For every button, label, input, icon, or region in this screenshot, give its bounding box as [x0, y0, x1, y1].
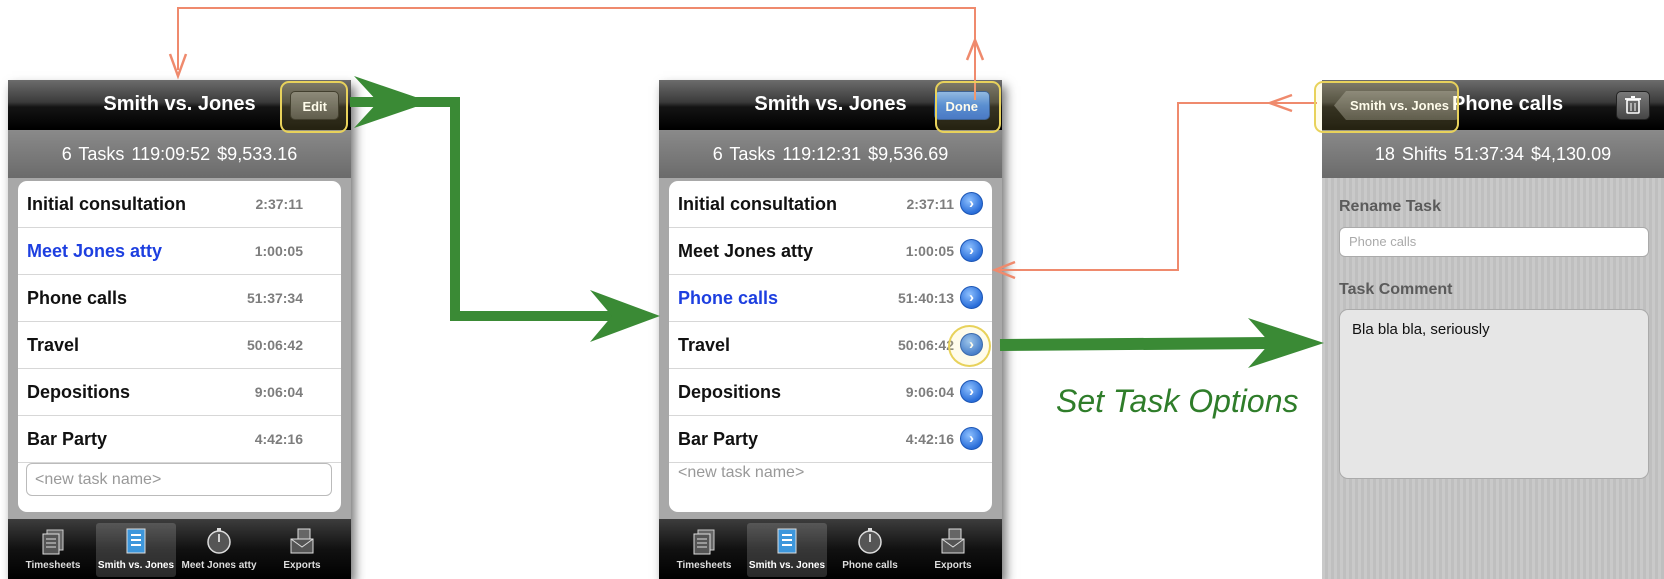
exports-icon — [941, 528, 965, 554]
task-time: 51:40:13 — [897, 290, 954, 306]
detail-disclosure-button[interactable]: › — [960, 380, 983, 403]
screen-task-list-editing: Smith vs. Jones Done 6 Tasks 119:12:31 $… — [659, 80, 1002, 579]
detail-disclosure-button[interactable]: › — [960, 239, 983, 262]
delete-button[interactable] — [1616, 91, 1650, 120]
tab-label: Phone calls — [842, 560, 898, 571]
trash-icon — [1625, 96, 1641, 114]
task-time: 4:42:16 — [905, 431, 954, 447]
tab-label: Timesheets — [676, 560, 732, 571]
done-highlight — [935, 81, 1001, 133]
task-name: Meet Jones atty — [27, 241, 163, 261]
task-name: Bar Party — [678, 429, 759, 449]
task-name: Bar Party — [27, 429, 108, 449]
detail-disclosure-button[interactable]: › — [960, 192, 983, 215]
stopwatch-icon — [207, 528, 231, 554]
green-arrowhead-3 — [1248, 318, 1324, 368]
summary-bar: 18 Shifts 51:37:34 $4,130.09 — [1322, 130, 1664, 178]
table-row[interactable]: Depositions 9:06:04 — [18, 369, 341, 416]
task-time: 2:37:11 — [255, 196, 303, 212]
screen-task-list: Smith vs. Jones Edit 6 Tasks 119:09:52 $… — [8, 80, 351, 579]
tab-exports[interactable]: Exports — [262, 523, 342, 577]
task-name: Initial consultation — [678, 194, 838, 214]
task-time: 50:06:42 — [246, 337, 303, 353]
tab-stopwatch[interactable]: Meet Jones atty — [179, 523, 259, 577]
back-button-highlight — [1314, 81, 1459, 133]
tab-label: Exports — [934, 560, 972, 571]
green-arrowhead-1 — [354, 76, 430, 128]
detail-disclosure-button[interactable]: › — [960, 427, 983, 450]
tab-timesheets[interactable]: Timesheets — [13, 523, 93, 577]
task-list: Initial consultation 2:37:11 Meet Jones a… — [18, 181, 341, 512]
tab-label: Smith vs. Jones — [748, 560, 826, 571]
task-name: Phone calls — [678, 288, 779, 308]
tab-label: Timesheets — [25, 560, 81, 571]
table-row[interactable]: Initial consultation 2:37:11 › — [669, 181, 992, 228]
table-row[interactable]: Bar Party 4:42:16 › — [669, 416, 992, 463]
table-row[interactable]: Travel 50:06:42 › — [669, 322, 992, 369]
set-task-options-caption: Set Task Options — [1056, 383, 1299, 419]
orange-arrowhead-up — [965, 36, 985, 61]
task-name: Travel — [27, 335, 80, 355]
tab-smith-vs-jones[interactable]: Smith vs. Jones — [747, 523, 827, 577]
task-time: 51:37:34 — [246, 290, 303, 306]
task-time: 9:06:04 — [254, 384, 303, 400]
screen-task-options: Smith vs. Jones Phone calls 18 Shifts 51… — [1322, 80, 1664, 579]
timesheets-icon — [693, 529, 715, 555]
task-name: Phone calls — [27, 288, 128, 308]
task-list-icon — [777, 528, 797, 554]
task-time: 4:42:16 — [254, 431, 303, 447]
edit-highlight — [280, 81, 348, 133]
task-list-icon — [126, 528, 146, 554]
timesheets-icon — [42, 529, 64, 555]
task-name: Depositions — [27, 382, 131, 402]
task-time: 50:06:42 — [897, 337, 954, 353]
disclosure-highlight — [948, 325, 991, 367]
task-time: 2:37:11 — [906, 196, 954, 212]
table-row[interactable]: Bar Party 4:42:16 — [18, 416, 341, 463]
table-row[interactable]: Travel 50:06:42 — [18, 322, 341, 369]
detail-disclosure-button[interactable]: › — [960, 286, 983, 309]
rename-task-input[interactable]: Phone calls — [1339, 227, 1649, 257]
table-row[interactable]: Meet Jones atty 1:00:05 — [18, 228, 341, 275]
table-row[interactable]: Phone calls 51:37:34 — [18, 275, 341, 322]
new-task-input[interactable]: <new task name> — [669, 457, 975, 490]
tab-label: Meet Jones atty — [181, 560, 257, 571]
task-comment-label: Task Comment — [1339, 281, 1453, 298]
nav-title: Phone calls — [1452, 93, 1564, 115]
tab-bar: Timesheets Smith vs. Jones Phone calls E… — [659, 519, 1002, 579]
task-name: Travel — [678, 335, 731, 355]
task-name: Meet Jones atty — [678, 241, 814, 261]
task-list: Initial consultation 2:37:11 › Meet Jones … — [669, 181, 992, 512]
table-row[interactable]: Phone calls 51:40:13 › — [669, 275, 992, 322]
orange-arrowhead-left-1 — [1266, 93, 1293, 113]
table-row[interactable]: Depositions 9:06:04 › — [669, 369, 992, 416]
task-time: 1:00:05 — [905, 243, 954, 259]
table-row[interactable]: Meet Jones atty 1:00:05 › — [669, 228, 992, 275]
green-edit-arrow — [350, 97, 630, 321]
green-arrowhead-2 — [590, 290, 660, 342]
exports-icon — [290, 528, 314, 554]
task-time: 9:06:04 — [905, 384, 954, 400]
rename-task-label: Rename Task — [1339, 198, 1441, 215]
new-task-input[interactable]: <new task name> — [26, 463, 332, 496]
task-comment-textarea[interactable]: Bla bla bla, seriously — [1339, 309, 1649, 479]
tab-smith-vs-jones[interactable]: Smith vs. Jones — [96, 523, 176, 577]
tab-exports[interactable]: Exports — [913, 523, 993, 577]
tab-stopwatch[interactable]: Phone calls — [830, 523, 910, 577]
tab-bar: Timesheets Smith vs. Jones Meet Jones at… — [8, 519, 351, 579]
task-name: Depositions — [678, 382, 782, 402]
orange-arrowhead-down — [168, 53, 188, 80]
tab-label: Smith vs. Jones — [97, 560, 175, 571]
tab-timesheets[interactable]: Timesheets — [664, 523, 744, 577]
table-row[interactable]: Initial consultation 2:37:11 — [18, 181, 341, 228]
green-options-arrow — [999, 337, 1271, 351]
orange-back-arrow — [1000, 102, 1317, 271]
task-name: Initial consultation — [27, 194, 187, 214]
tab-label: Exports — [283, 560, 321, 571]
summary-bar: 6 Tasks 119:12:31 $9,536.69 — [659, 130, 1002, 178]
summary-bar: 6 Tasks 119:09:52 $9,533.16 — [8, 130, 351, 178]
stopwatch-icon — [858, 528, 882, 554]
task-time: 1:00:05 — [254, 243, 303, 259]
